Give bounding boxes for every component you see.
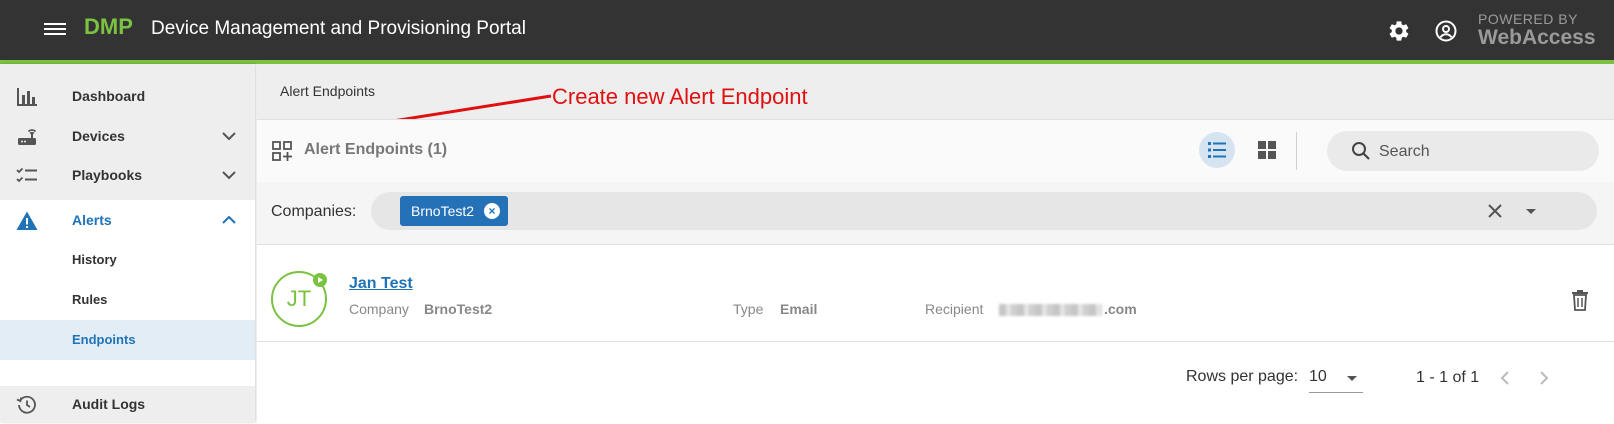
list-view-icon: [1208, 142, 1226, 158]
status-badge: [313, 273, 327, 287]
warning-icon: [16, 210, 38, 232]
sidebar-subitem-label: History: [72, 252, 117, 267]
search-box[interactable]: [1327, 131, 1599, 171]
sidebar-item-devices[interactable]: Devices: [0, 116, 255, 156]
sidebar: Dashboard Devices Playbooks Alerts Histo…: [0, 64, 255, 422]
type-field-value: Email: [780, 301, 818, 317]
sidebar-subitem-label: Endpoints: [72, 332, 136, 347]
sidebar-item-label: Devices: [72, 128, 125, 144]
endpoint-name-link[interactable]: Jan Test: [349, 275, 413, 293]
sidebar-item-label: Alerts: [72, 212, 112, 228]
sidebar-item-dashboard[interactable]: Dashboard: [0, 76, 255, 116]
account-circle-icon[interactable]: [1434, 19, 1458, 43]
endpoint-row: JT Jan Test Company BrnoTest2 Type Email…: [257, 245, 1614, 342]
companies-filter-input[interactable]: BrnoTest2 ×: [371, 192, 1597, 230]
company-field-value: BrnoTest2: [424, 301, 493, 317]
dropdown-arrow-icon: [1347, 376, 1357, 381]
router-icon: [16, 126, 38, 148]
rows-per-page-label: Rows per page:: [1186, 368, 1299, 385]
list-view-button[interactable]: [1199, 132, 1235, 168]
sidebar-subitem-label: Rules: [72, 292, 108, 307]
chevron-down-icon: [219, 126, 239, 146]
history-icon: [16, 394, 38, 416]
main-content: Alert Endpoints Create new Alert Endpoin…: [257, 64, 1614, 422]
company-chip-label: BrnoTest2: [411, 203, 475, 219]
chevron-left-icon: [1500, 371, 1509, 385]
play-icon: [318, 277, 323, 283]
chevron-down-icon: [219, 165, 239, 185]
powered-by-brand: WebAccess: [1478, 26, 1596, 49]
sidebar-item-label: Playbooks: [72, 167, 143, 183]
delete-button[interactable]: [1570, 289, 1590, 311]
toolbar: Alert Endpoints (1): [257, 119, 1614, 183]
recipient-field-label: Recipient: [925, 301, 984, 317]
sidebar-subitem-rules[interactable]: Rules: [0, 280, 255, 320]
chip-remove-icon[interactable]: ×: [484, 203, 501, 219]
sidebar-item-playbooks[interactable]: Playbooks: [0, 155, 255, 195]
powered-by-text: POWERED BY: [1478, 11, 1578, 27]
type-field-label: Type: [733, 301, 764, 317]
chevron-up-icon: [219, 210, 239, 230]
gear-icon[interactable]: [1387, 19, 1411, 43]
app-title: Device Management and Provisioning Porta…: [151, 18, 526, 39]
company-chip[interactable]: BrnoTest2 ×: [400, 196, 509, 226]
trash-icon: [1572, 290, 1588, 311]
annotation-text: Create new Alert Endpoint: [552, 84, 808, 109]
recipient-field-value: .com: [999, 301, 1137, 317]
app-header: DMP Device Management and Provisioning P…: [0, 0, 1614, 64]
page-range: 1 - 1 of 1: [1416, 369, 1480, 386]
dropdown-arrow-icon[interactable]: [1521, 201, 1541, 221]
list-title: Alert Endpoints (1): [304, 141, 448, 158]
bar-chart-icon: [16, 86, 38, 108]
sidebar-item-audit-logs[interactable]: Audit Logs: [0, 384, 255, 424]
add-endpoint-button[interactable]: [271, 140, 293, 162]
sidebar-item-alerts[interactable]: Alerts: [0, 200, 255, 240]
rows-per-page-select[interactable]: 10: [1309, 364, 1363, 393]
chevron-right-icon: [1540, 371, 1549, 385]
next-page-button[interactable]: [1534, 366, 1554, 390]
app-logo: DMP: [84, 14, 133, 39]
sidebar-item-label: Dashboard: [72, 88, 146, 104]
clear-filter-icon[interactable]: [1484, 200, 1506, 222]
company-field-label: Company: [349, 301, 409, 317]
rows-per-page-value: 10: [1309, 368, 1327, 385]
companies-filter-label: Companies:: [271, 203, 357, 220]
search-input[interactable]: [1377, 140, 1581, 164]
alerts-section: Alerts History Rules Endpoints: [0, 200, 255, 386]
grid-view-icon: [1258, 141, 1276, 159]
toolbar-divider: [1296, 132, 1297, 170]
sidebar-subitem-endpoints[interactable]: Endpoints: [0, 320, 255, 360]
prev-page-button[interactable]: [1495, 366, 1515, 390]
powered-by-logo: POWERED BY WebAccess: [1478, 12, 1596, 49]
pagination: Rows per page: 10 1 - 1 of 1: [257, 342, 1614, 422]
menu-icon[interactable]: [44, 20, 66, 38]
checklist-icon: [16, 165, 38, 187]
sidebar-subitem-history[interactable]: History: [0, 240, 255, 280]
search-icon: [1352, 142, 1370, 160]
grid-view-button[interactable]: [1249, 132, 1285, 168]
sidebar-item-label: Audit Logs: [72, 396, 146, 412]
recipient-domain-suffix: .com: [1104, 301, 1137, 317]
redacted-text: [999, 304, 1102, 317]
filter-bar: Companies: BrnoTest2 ×: [257, 182, 1614, 245]
breadcrumb-bar: Alert Endpoints Create new Alert Endpoin…: [257, 64, 1614, 140]
